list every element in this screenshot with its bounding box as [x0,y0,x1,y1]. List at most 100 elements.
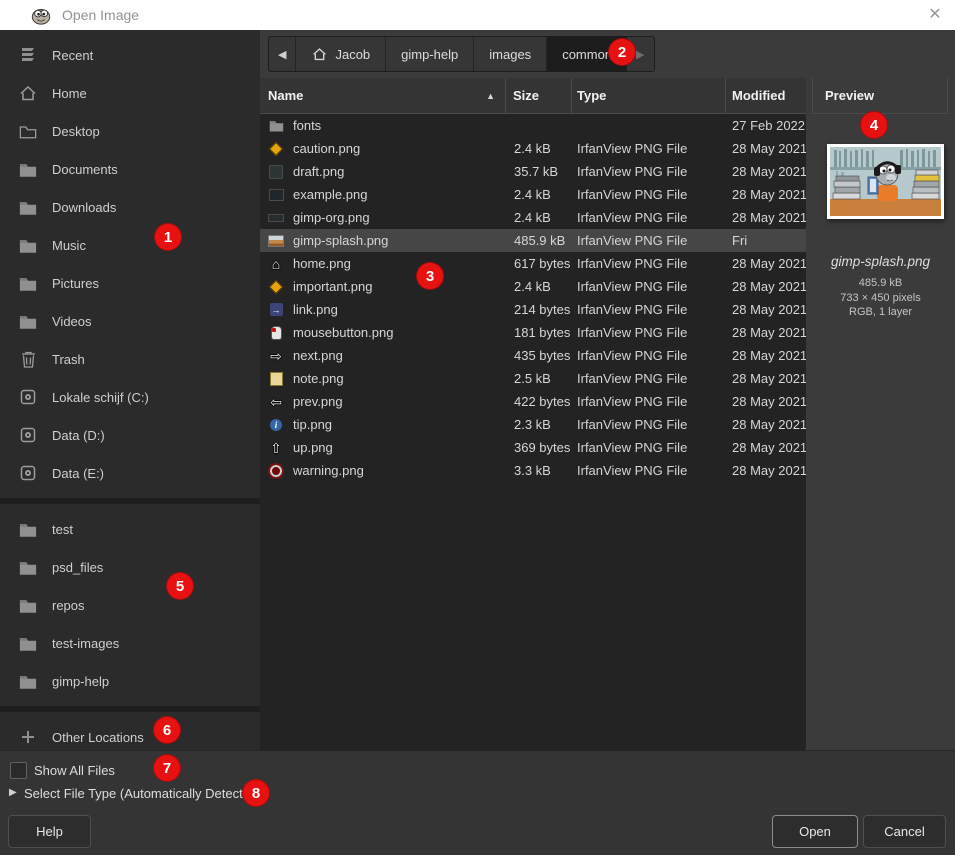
preview-header: Preview [812,78,948,114]
annotation-badge-1: 1 [155,224,181,250]
column-header-name[interactable]: Name ▲ [260,78,506,113]
sidebar-item-home[interactable]: Home [0,74,260,112]
thumb-example-icon [268,187,284,203]
file-row-next-png[interactable]: ⇨ next.png 435 bytes IrfanView PNG File … [260,344,806,367]
sidebar-item-downloads[interactable]: Downloads [0,188,260,226]
sidebar-item-music[interactable]: Music [0,226,260,264]
preview-filename: gimp-splash.png [806,254,955,269]
sidebar-item-repos[interactable]: repos [0,586,260,624]
square-dark-icon [268,164,284,180]
path-segment-images[interactable]: images [474,37,547,71]
path-segment-gimp-help[interactable]: gimp-help [386,37,474,71]
drive-icon [17,463,39,483]
house-icon: ⌂ [268,256,284,272]
expander-triangle-icon[interactable]: ▶ [9,787,17,798]
mouse-icon [268,325,284,341]
sidebar-item-documents[interactable]: Documents [0,150,260,188]
sidebar-item-data-d[interactable]: Data (D:) [0,416,260,454]
chevron-right-icon: ▶ [636,48,644,61]
arrow-left-icon: ⇦ [268,394,284,410]
show-all-files-label: Show All Files [34,763,115,778]
sidebar-item-trash[interactable]: Trash [0,340,260,378]
sidebar-item-recent[interactable]: Recent [0,36,260,74]
thumb-strip-icon [268,210,284,226]
arrow-up-icon: ⇧ [268,440,284,456]
sidebar-item-gimp-help[interactable]: gimp-help [0,662,260,700]
diamond-icon [268,279,284,295]
file-list-header: Name ▲ Size Type Modified [260,78,806,114]
window-title: Open Image [62,7,139,23]
home-icon [17,83,39,103]
annotation-badge-5: 5 [167,573,193,599]
preview-dimensions: 733 × 450 pixels [806,292,955,304]
annotation-badge-7: 7 [154,755,180,781]
preview-thumbnail [827,144,944,219]
open-button[interactable]: Open [772,815,858,848]
sidebar-item-videos[interactable]: Videos [0,302,260,340]
home-icon [311,46,327,62]
preview-file-size: 485.9 kB [806,277,955,289]
gimp-splash-preview-image [830,147,941,216]
warning-icon [268,463,284,479]
places-section: Recent Home Desktop Documents Downloads … [0,30,260,504]
file-row-note-png[interactable]: note.png 2.5 kB IrfanView PNG File 28 Ma… [260,367,806,390]
file-row-fonts[interactable]: fonts 27 Feb 2022 [260,114,806,137]
file-row-prev-png[interactable]: ⇦ prev.png 422 bytes IrfanView PNG File … [260,390,806,413]
sidebar-item-pictures[interactable]: Pictures [0,264,260,302]
folder-icon [17,519,39,539]
file-row-draft-png[interactable]: draft.png 35.7 kB IrfanView PNG File 28 … [260,160,806,183]
file-row-tip-png[interactable]: i tip.png 2.3 kB IrfanView PNG File 28 M… [260,413,806,436]
file-row-gimp-splash-png[interactable]: gimp-splash.png 485.9 kB IrfanView PNG F… [260,229,806,252]
sidebar-item-test[interactable]: test [0,510,260,548]
select-file-type-label[interactable]: Select File Type (Automatically Detected… [24,786,261,801]
file-row-caution-png[interactable]: caution.png 2.4 kB IrfanView PNG File 28… [260,137,806,160]
dialog-footer: Show All Files ▶ Select File Type (Autom… [0,750,955,855]
path-segment-jacob[interactable]: Jacob [296,37,386,71]
column-header-size[interactable]: Size [506,78,572,113]
annotation-badge-8: 8 [243,780,269,806]
show-all-files-checkbox[interactable] [10,762,27,779]
file-list: fonts 27 Feb 2022 caution.png 2.4 kB Irf… [260,114,806,750]
folder-icon [17,197,39,217]
folder-icon [17,557,39,577]
file-row-mousebutton-png[interactable]: mousebutton.png 181 bytes IrfanView PNG … [260,321,806,344]
annotation-badge-2: 2 [609,39,635,65]
thumb-splash-icon [268,233,284,249]
file-row-warning-png[interactable]: warning.png 3.3 kB IrfanView PNG File 28… [260,459,806,482]
file-row-important-png[interactable]: important.png 2.4 kB IrfanView PNG File … [260,275,806,298]
open-image-dialog: Open Image ✕ Recent Home Desktop Documen… [0,0,955,855]
annotation-badge-4: 4 [861,112,887,138]
help-button[interactable]: Help [8,815,91,848]
file-row-link-png[interactable]: → link.png 214 bytes IrfanView PNG File … [260,298,806,321]
file-row-gimp-org-png[interactable]: gimp-org.png 2.4 kB IrfanView PNG File 2… [260,206,806,229]
trash-icon [17,349,39,369]
close-icon[interactable]: ✕ [925,5,945,25]
link-icon: → [268,302,284,318]
diamond-icon [268,141,284,157]
tip-icon: i [268,417,284,433]
folder-icon [17,671,39,691]
sidebar-item-test-images[interactable]: test-images [0,624,260,662]
file-row-home-png[interactable]: ⌂ home.png 617 bytes IrfanView PNG File … [260,252,806,275]
folder-small-icon [268,118,284,134]
path-back-button[interactable]: ◀ [269,37,296,71]
folder-icon [17,633,39,653]
gimp-logo-icon [30,4,52,26]
sidebar-item-data-e[interactable]: Data (E:) [0,454,260,492]
cancel-button[interactable]: Cancel [863,815,946,848]
recent-icon [17,45,39,65]
plus-icon [17,727,39,747]
file-row-example-png[interactable]: example.png 2.4 kB IrfanView PNG File 28… [260,183,806,206]
column-header-type[interactable]: Type [572,78,726,113]
sidebar-item-psd-files[interactable]: psd_files [0,548,260,586]
places-sidebar: Recent Home Desktop Documents Downloads … [0,30,260,750]
preview-color-mode: RGB, 1 layer [806,306,955,318]
chevron-left-icon: ◀ [278,48,286,61]
file-row-up-png[interactable]: ⇧ up.png 369 bytes IrfanView PNG File 28… [260,436,806,459]
annotation-badge-3: 3 [417,263,443,289]
column-header-modified[interactable]: Modified [726,78,806,113]
titlebar: Open Image ✕ [0,0,955,30]
folder-icon [17,159,39,179]
sidebar-item-desktop[interactable]: Desktop [0,112,260,150]
sidebar-item-lokale-schijf-c[interactable]: Lokale schijf (C:) [0,378,260,416]
